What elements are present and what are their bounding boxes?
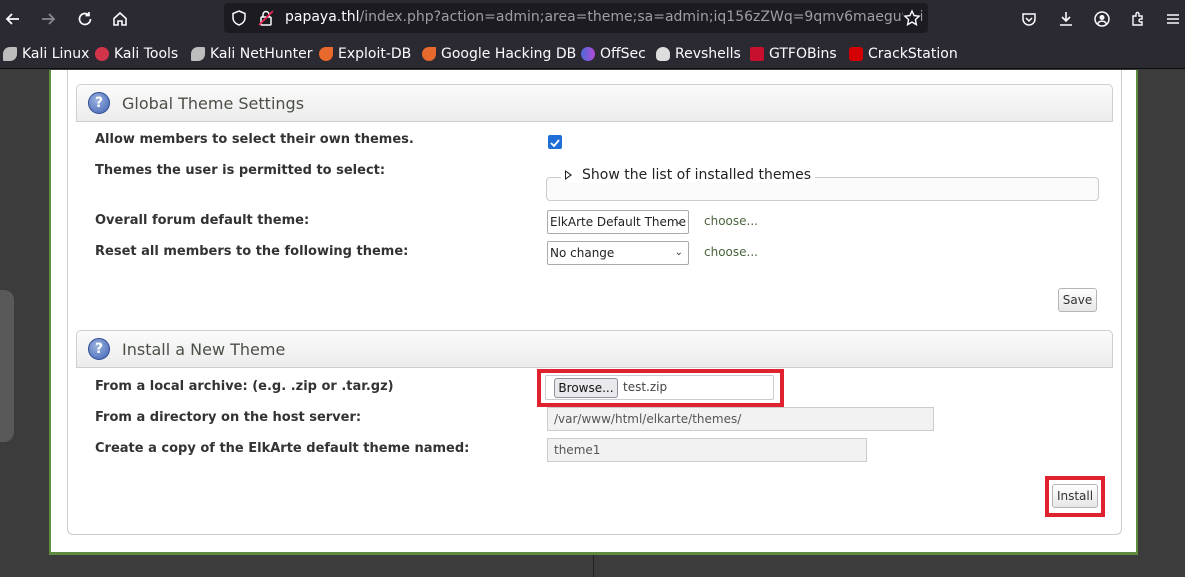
browse-button[interactable]: Browse...: [554, 378, 618, 398]
allow-members-checkbox[interactable]: [548, 135, 562, 149]
reset-theme-select[interactable]: No change ⌄: [547, 241, 689, 265]
allow-members-label: Allow members to select their own themes…: [95, 132, 414, 147]
bookmark-label: Google Hacking DB: [441, 46, 577, 62]
section-title: Install a New Theme: [122, 340, 286, 359]
kali-dragon-icon: [3, 47, 17, 61]
offsec-icon: [581, 47, 595, 61]
bookmark-label: OffSec: [600, 46, 646, 62]
bookmark-offsec[interactable]: OffSec: [581, 45, 646, 63]
url-text: papaya.thl/index.php?action=admin;area=t…: [285, 9, 923, 25]
section-title: Global Theme Settings: [122, 94, 305, 113]
page-viewport: ? Global Theme Settings Allow members to…: [0, 70, 1185, 577]
default-theme-select[interactable]: ElkArte Default Theme ⌄: [547, 210, 689, 234]
reset-theme-value: No change: [550, 246, 615, 260]
host-directory-label: From a directory on the host server:: [95, 410, 362, 425]
account-icon[interactable]: [1089, 6, 1115, 32]
bookmark-exploit-db[interactable]: Exploit-DB: [319, 45, 411, 63]
skull-icon: [656, 47, 670, 61]
permitted-themes-label: Themes the user is permitted to select:: [95, 163, 386, 178]
kali-dragon-icon: [191, 47, 205, 61]
install-button[interactable]: Install: [1052, 484, 1098, 508]
chevron-down-icon: ⌄: [674, 216, 683, 227]
insecure-lock-icon[interactable]: [257, 9, 275, 27]
bookmark-kali-linux[interactable]: Kali Linux: [3, 45, 89, 63]
reload-icon[interactable]: [72, 6, 98, 32]
choose-default-theme-link[interactable]: choose...: [704, 214, 758, 228]
bookmark-kali-nethunter[interactable]: Kali NetHunter: [191, 45, 312, 63]
exploit-db-icon: [319, 47, 333, 61]
disclosure-triangle-icon: [565, 170, 572, 180]
bookmark-label: Exploit-DB: [338, 46, 412, 62]
side-panel-handle[interactable]: [0, 290, 14, 442]
default-theme-value: ElkArte Default Theme: [550, 215, 686, 229]
reset-members-label: Reset all members to the following theme…: [95, 244, 409, 259]
bookmark-ghdb[interactable]: Google Hacking DB: [422, 45, 576, 63]
bookmark-label: Kali NetHunter: [210, 46, 313, 62]
host-directory-input[interactable]: /var/www/html/elkarte/themes/: [547, 407, 934, 431]
checkmark-icon: [550, 139, 560, 148]
extensions-icon[interactable]: [1125, 6, 1151, 32]
back-arrow-icon[interactable]: [0, 6, 26, 32]
gtfobins-icon: [750, 47, 764, 61]
shield-icon[interactable]: [230, 9, 248, 27]
url-path: /index.php?action=admin;area=theme;sa=ad…: [359, 9, 924, 25]
bookmark-star-icon[interactable]: [903, 9, 921, 27]
copy-theme-label: Create a copy of the ElkArte default the…: [95, 441, 470, 456]
forum-page: ? Global Theme Settings Allow members to…: [49, 70, 1138, 555]
save-button[interactable]: Save: [1058, 288, 1097, 312]
bookmark-label: CrackStation: [868, 46, 958, 62]
choose-reset-theme-link[interactable]: choose...: [704, 245, 758, 259]
home-icon[interactable]: [107, 6, 133, 32]
chevron-down-icon: ⌄: [674, 247, 683, 258]
kali-tools-icon: [95, 47, 109, 61]
bookmark-kali-tools[interactable]: Kali Tools: [95, 45, 178, 63]
pocket-icon[interactable]: [1016, 6, 1042, 32]
file-input[interactable]: Browse... test.zip: [545, 375, 774, 400]
show-themes-label: Show the list of installed themes: [582, 167, 811, 183]
help-icon[interactable]: ?: [88, 338, 110, 360]
url-host: papaya.thl: [285, 9, 360, 25]
bookmark-gtfobins[interactable]: GTFOBins: [750, 45, 837, 63]
theme-admin-panel: ? Global Theme Settings Allow members to…: [67, 70, 1122, 535]
menu-icon[interactable]: [1160, 6, 1185, 32]
bookmarks-bar: Kali Linux Kali Tools Kali NetHunter Exp…: [0, 38, 1185, 69]
help-icon[interactable]: ?: [88, 92, 110, 114]
url-bar[interactable]: papaya.thl/index.php?action=admin;area=t…: [224, 3, 928, 33]
bookmark-revshells[interactable]: Revshells: [656, 45, 741, 63]
bookmark-label: GTFOBins: [769, 46, 837, 62]
global-theme-settings-header: ? Global Theme Settings: [76, 84, 1113, 122]
download-icon[interactable]: [1053, 6, 1079, 32]
install-theme-header: ? Install a New Theme: [76, 330, 1113, 368]
bookmark-label: Revshells: [675, 46, 741, 62]
divider: [593, 554, 594, 577]
show-themes-toggle[interactable]: Show the list of installed themes: [561, 167, 815, 183]
bookmark-label: Kali Tools: [114, 46, 179, 62]
browser-toolbar: papaya.thl/index.php?action=admin;area=t…: [0, 0, 1185, 38]
default-theme-label: Overall forum default theme:: [95, 213, 310, 228]
crackstation-icon: [849, 47, 863, 61]
local-archive-label: From a local archive: (e.g. .zip or .tar…: [95, 379, 394, 394]
selected-file-name: test.zip: [623, 380, 668, 394]
ghdb-icon: [422, 47, 436, 61]
forward-arrow-icon[interactable]: [35, 6, 61, 32]
bookmark-crackstation[interactable]: CrackStation: [849, 45, 958, 63]
copy-theme-name-input[interactable]: theme1: [547, 438, 867, 462]
bookmark-label: Kali Linux: [22, 46, 90, 62]
